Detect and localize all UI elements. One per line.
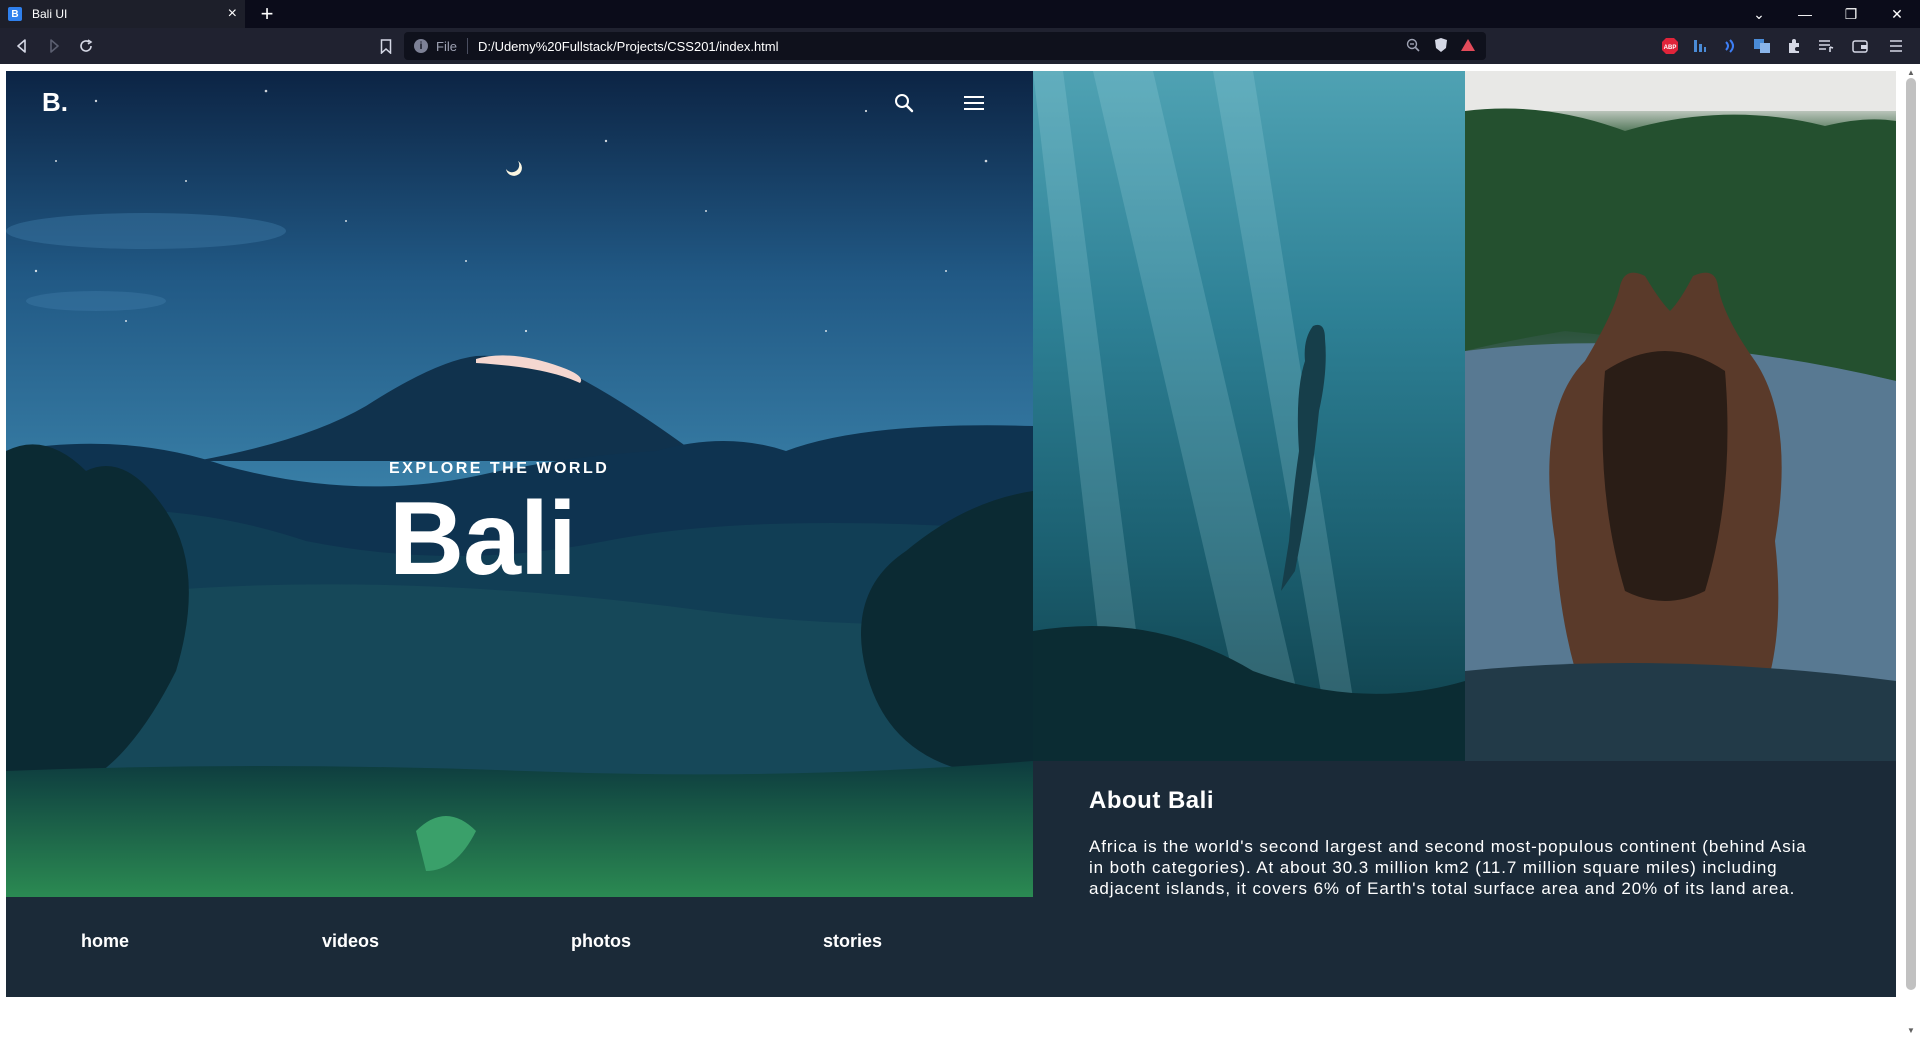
browser-menu-icon[interactable] <box>1886 36 1906 56</box>
about-section: About Bali Africa is the world's second … <box>1033 761 1896 997</box>
about-body: Africa is the world's second largest and… <box>1089 837 1807 898</box>
browser-toolbar: i File D:/Udemy%20Fullstack/Projects/CSS… <box>0 28 1920 64</box>
new-tab-button[interactable]: + <box>255 2 279 26</box>
bookmark-icon[interactable] <box>376 34 396 58</box>
grammar-extension-icon[interactable] <box>1690 36 1710 56</box>
nav-stories-link[interactable]: stories <box>823 931 882 952</box>
wallet-icon[interactable] <box>1850 36 1870 56</box>
url-divider <box>466 38 468 54</box>
scrollbar-thumb[interactable] <box>1906 78 1916 990</box>
browser-tab-bar: B Bali UI × + ⌄ — ❐ ✕ <box>0 0 1920 28</box>
address-bar[interactable]: i File D:/Udemy%20Fullstack/Projects/CSS… <box>404 32 1486 60</box>
browser-tab[interactable]: B Bali UI × <box>0 0 245 28</box>
tab-title: Bali UI <box>32 7 68 21</box>
infinity-pool-woman-image <box>1465 71 1896 761</box>
nav-videos-link[interactable]: videos <box>322 931 379 952</box>
forward-icon[interactable] <box>42 34 66 58</box>
playlist-icon[interactable] <box>1816 36 1836 56</box>
underwater-diver-image <box>1033 71 1465 761</box>
nav-home-link[interactable]: home <box>81 931 129 952</box>
menu-icon[interactable] <box>956 85 992 121</box>
zoom-icon[interactable] <box>1406 38 1420 55</box>
hero-section: B. EXPLORE THE WORLD Bali <box>6 71 1033 897</box>
about-title: About Bali <box>1089 787 1214 814</box>
back-icon[interactable] <box>10 34 34 58</box>
restore-button[interactable]: ❐ <box>1828 0 1874 28</box>
hero-title: Bali <box>389 481 577 597</box>
reload-icon[interactable] <box>74 34 98 58</box>
site-info-icon[interactable]: i <box>414 39 428 53</box>
translate-extension-icon[interactable] <box>1752 36 1772 56</box>
close-window-button[interactable]: ✕ <box>1874 0 1920 28</box>
rewards-icon[interactable] <box>1460 38 1476 55</box>
bottom-nav: home videos photos stories <box>6 897 1033 997</box>
site-logo[interactable]: B. <box>42 87 68 118</box>
tab-search-icon[interactable]: ⌄ <box>1736 0 1782 28</box>
tab-favicon-icon: B <box>8 7 22 21</box>
minimize-button[interactable]: — <box>1782 0 1828 28</box>
nav-photos-link[interactable]: photos <box>571 931 631 952</box>
svg-text:ABP: ABP <box>1664 45 1677 51</box>
bali-page: B. EXPLORE THE WORLD Bali home videos ph… <box>6 71 1896 997</box>
voice-extension-icon[interactable] <box>1720 36 1740 56</box>
url-scheme: File <box>436 38 457 54</box>
shields-icon[interactable] <box>1434 37 1448 56</box>
hero-tagline: EXPLORE THE WORLD <box>389 460 610 477</box>
scroll-up-arrow-icon[interactable]: ▲ <box>1902 66 1920 78</box>
extensions-icon[interactable] <box>1784 36 1804 56</box>
scroll-down-arrow-icon[interactable]: ▼ <box>1902 1024 1920 1036</box>
page-scrollbar[interactable]: ▲ ▼ <box>1902 64 1920 1038</box>
tab-close-icon[interactable]: × <box>228 6 237 22</box>
search-icon[interactable] <box>886 85 922 121</box>
adblock-extension-icon[interactable]: ABP <box>1660 36 1680 56</box>
url-text[interactable]: D:/Udemy%20Fullstack/Projects/CSS201/ind… <box>478 39 1406 54</box>
